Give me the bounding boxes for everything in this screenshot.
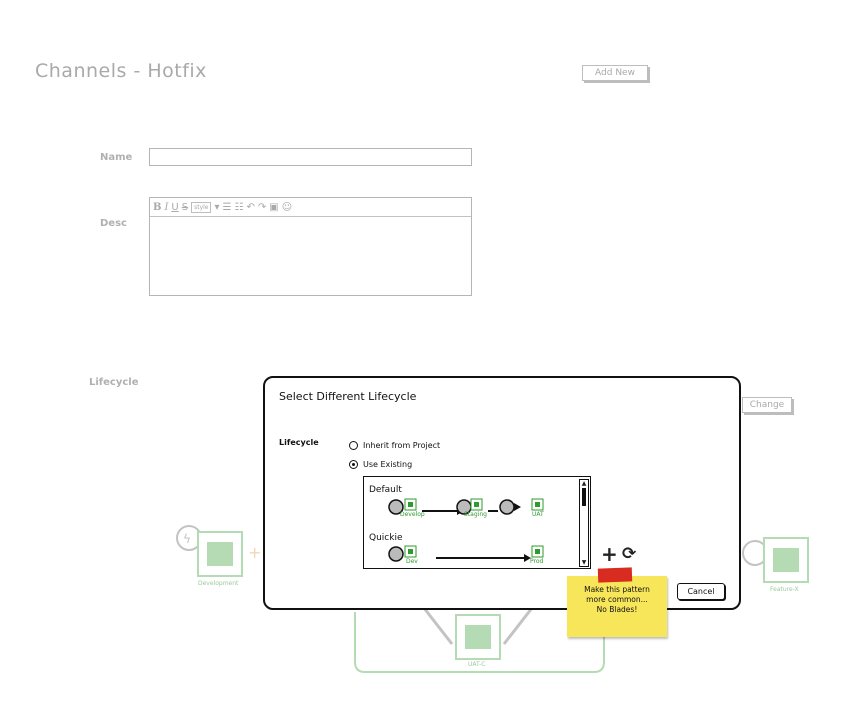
stage-uat-label: UAT bbox=[532, 511, 544, 518]
lifecycle-default-name: Default bbox=[369, 485, 402, 495]
numbered-list-icon[interactable]: ☷ bbox=[234, 202, 243, 213]
style-select[interactable]: style bbox=[191, 201, 212, 213]
editor-toolbar: B I U S style ▾ ☰ ☷ ↶ ↷ ▣ ☺ bbox=[150, 198, 471, 217]
change-lifecycle-button[interactable]: Change bbox=[742, 397, 792, 413]
node-development-label: Development bbox=[198, 580, 239, 587]
scroll-thumb[interactable] bbox=[582, 488, 586, 506]
svg-text:+: + bbox=[248, 543, 261, 562]
underline-button[interactable]: U bbox=[171, 202, 178, 213]
node-uat-c-label: UAT-C bbox=[468, 661, 486, 668]
lifecycle-quickie-diagram bbox=[388, 545, 544, 562]
lifecycle-default-diagram bbox=[388, 498, 544, 515]
desc-label: Desc bbox=[100, 218, 127, 229]
option-use-existing[interactable]: Use Existing bbox=[349, 460, 412, 469]
stage-prod-label: Prod bbox=[530, 558, 544, 565]
dialog-title: Select Different Lifecycle bbox=[279, 390, 417, 403]
name-field[interactable] bbox=[149, 148, 472, 166]
style-dropdown-icon[interactable]: ▾ bbox=[214, 202, 219, 213]
desc-textarea[interactable] bbox=[150, 217, 470, 293]
radio-use-existing[interactable] bbox=[349, 460, 358, 469]
bold-button[interactable]: B bbox=[153, 202, 161, 213]
sticky-note-tape bbox=[597, 567, 633, 583]
bullet-list-icon[interactable]: ☰ bbox=[223, 202, 232, 213]
node-feature-x-label: Feature-X bbox=[770, 586, 799, 593]
name-label: Name bbox=[100, 152, 133, 163]
italic-button[interactable]: I bbox=[164, 202, 168, 213]
stage-develop-label: Develop bbox=[400, 511, 425, 518]
sticky-note-line-3: No Blades! bbox=[596, 605, 638, 614]
radio-inherit[interactable] bbox=[349, 441, 358, 450]
plus-icon[interactable]: + bbox=[601, 544, 618, 564]
undo-icon[interactable]: ↶ bbox=[246, 202, 254, 213]
list-scrollbar[interactable]: ▲ ▼ bbox=[579, 479, 589, 567]
scroll-up-icon[interactable]: ▲ bbox=[580, 480, 588, 487]
page-title: Channels - Hotfix bbox=[35, 60, 207, 82]
select-lifecycle-dialog: Select Different Lifecycle Lifecycle Inh… bbox=[263, 376, 741, 610]
redo-icon[interactable]: ↷ bbox=[258, 202, 266, 213]
sticky-note-line-1: Make this pattern bbox=[584, 585, 650, 594]
sticky-note-line-2: more common... bbox=[586, 595, 648, 604]
desc-editor: B I U S style ▾ ☰ ☷ ↶ ↷ ▣ ☺ bbox=[149, 197, 472, 296]
lifecycle-quickie-name: Quickie bbox=[369, 533, 403, 543]
option-inherit[interactable]: Inherit from Project bbox=[349, 441, 440, 450]
svg-text:ϟ: ϟ bbox=[183, 532, 191, 546]
lifecycle-label: Lifecycle bbox=[89, 377, 139, 388]
cancel-button[interactable]: Cancel bbox=[677, 583, 725, 600]
scroll-down-icon[interactable]: ▼ bbox=[580, 559, 588, 566]
stage-staging-label: Staging bbox=[464, 511, 487, 518]
refresh-icon[interactable]: ⟳ bbox=[622, 544, 636, 564]
lifecycle-list[interactable]: Default Develop Staging UAT Quickie Dev … bbox=[363, 476, 591, 569]
option-use-existing-label: Use Existing bbox=[363, 460, 413, 469]
add-new-button[interactable]: Add New bbox=[582, 65, 648, 81]
strike-button[interactable]: S bbox=[182, 202, 188, 213]
option-inherit-label: Inherit from Project bbox=[363, 441, 441, 450]
dialog-lifecycle-label: Lifecycle bbox=[279, 438, 319, 447]
sticky-note: Make this pattern more common... No Blad… bbox=[567, 576, 667, 637]
image-icon[interactable]: ▣ bbox=[269, 202, 278, 213]
stage-dev-label: Dev bbox=[406, 558, 418, 565]
emoji-icon[interactable]: ☺ bbox=[282, 202, 292, 213]
